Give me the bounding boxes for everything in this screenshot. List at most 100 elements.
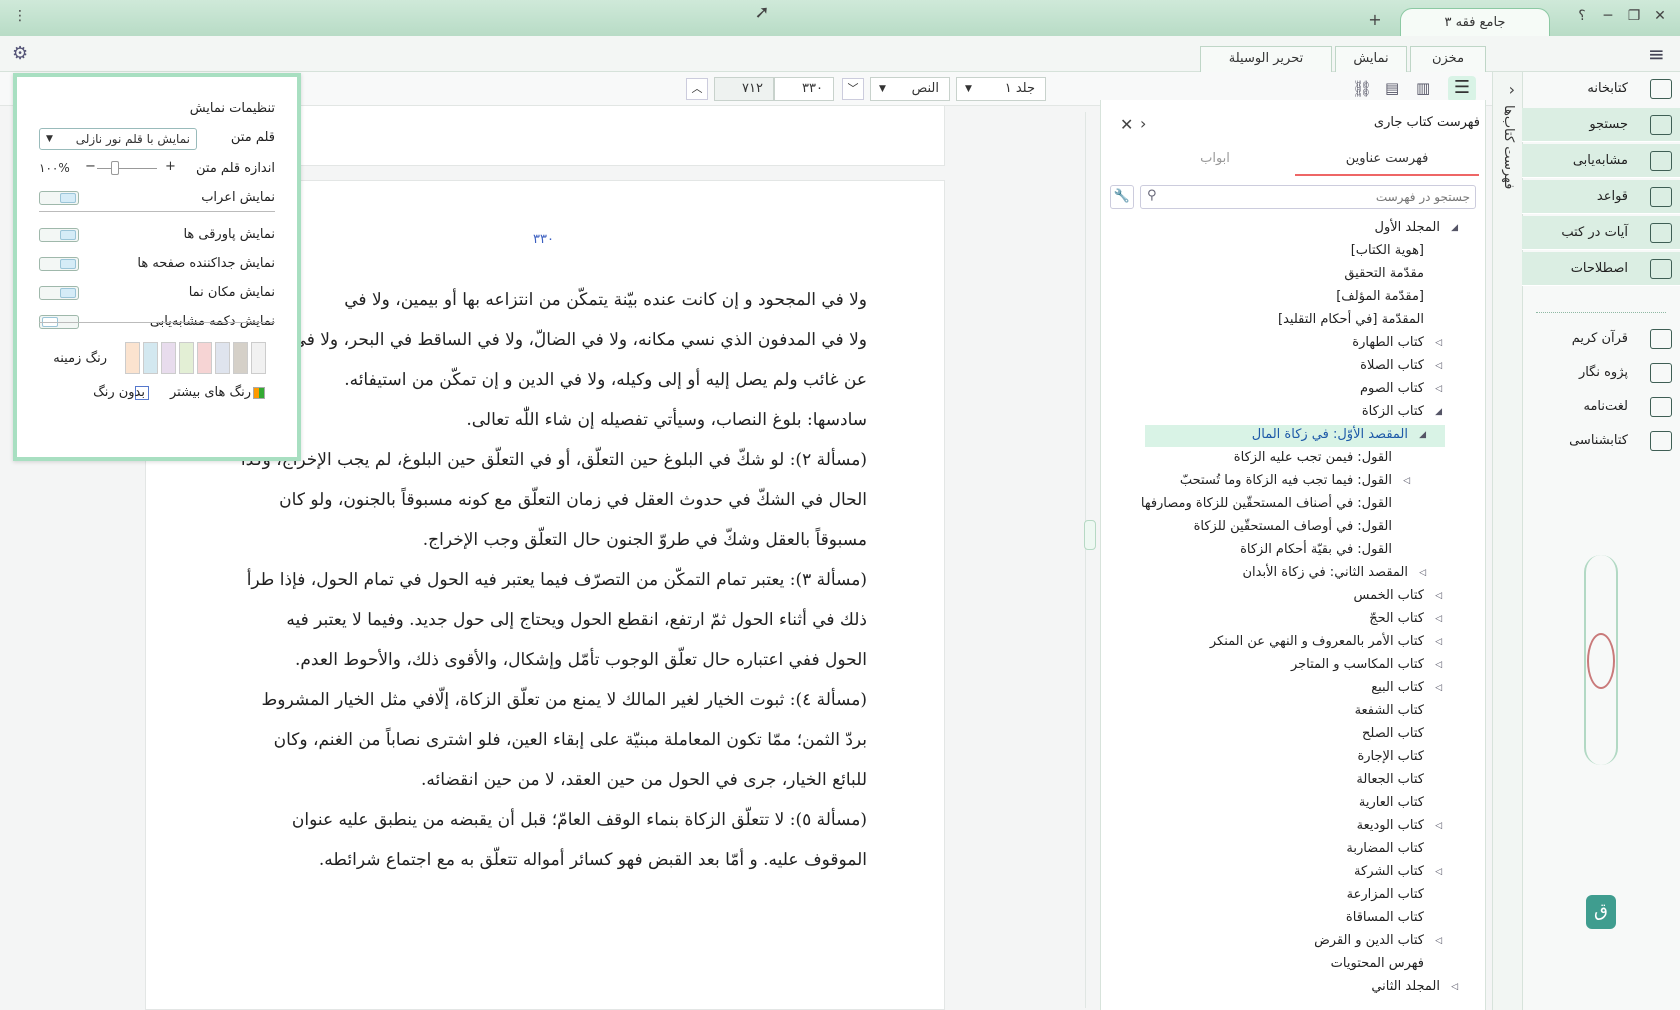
link-icon[interactable]: ⛓ <box>1352 79 1372 98</box>
color-swatch[interactable] <box>143 342 158 374</box>
slider-knob[interactable] <box>111 161 119 175</box>
toc-item[interactable]: القول: في بقيّة أحكام الزكاة <box>1240 542 1392 557</box>
section-select[interactable]: النص ▼ <box>870 77 950 101</box>
toc-item[interactable]: القول: في أصناف المستحقّين للزكاة ومصارف… <box>1141 496 1392 511</box>
increase-size-button[interactable]: + <box>165 159 176 174</box>
close-icon[interactable]: ✕ <box>1120 115 1133 134</box>
color-swatch[interactable] <box>233 342 248 374</box>
toc-item[interactable]: كتاب الحجّ <box>1369 611 1424 626</box>
toc-search-box[interactable]: ⚲ <box>1140 185 1476 209</box>
help-icon[interactable]: ؟ <box>1572 8 1592 24</box>
collapse-arrow-icon[interactable]: ◢ <box>1451 223 1458 233</box>
bookmark-icon[interactable]: ▤ <box>1385 79 1399 97</box>
toc-item[interactable]: كتاب الدين و القرض <box>1314 933 1424 948</box>
restore-icon[interactable]: ❐ <box>1624 8 1644 24</box>
toc-item[interactable]: فهرس المحتويات <box>1331 956 1424 971</box>
tab-headings[interactable]: فهرست عناوین <box>1295 142 1479 176</box>
tab-tahrir[interactable]: تحرير الوسيلة <box>1200 46 1332 72</box>
gear-icon[interactable]: ⚙ <box>12 43 28 64</box>
toc-item[interactable]: المجلد الأول <box>1375 220 1441 235</box>
toc-item[interactable]: المجلد الثاني <box>1371 979 1440 994</box>
expand-arrow-icon[interactable]: ◁ <box>1435 614 1442 624</box>
expand-arrow-icon[interactable]: ◁ <box>1435 683 1442 693</box>
expand-arrow-icon[interactable]: ◁ <box>1435 637 1442 647</box>
expand-arrow-icon[interactable]: ◁ <box>1403 476 1410 486</box>
close-icon[interactable]: ✕ <box>1650 8 1670 24</box>
expand-arrow-icon[interactable]: ◁ <box>1451 982 1458 992</box>
toc-item[interactable]: القول: في أوصاف المستحقّين للزكاة <box>1194 519 1392 534</box>
add-tab-button[interactable]: + <box>1365 10 1385 29</box>
tab-store[interactable]: مخزن <box>1410 46 1486 72</box>
font-select[interactable]: نمایش با قلم نور نازلی ▼ <box>39 128 197 150</box>
toc-item[interactable]: كتاب البيع <box>1371 680 1424 695</box>
toc-item[interactable]: كتاب الصلاة <box>1360 358 1424 373</box>
toggle-switch[interactable] <box>39 257 79 271</box>
sidebar-item-similarity[interactable]: مشابه‌یابی <box>1522 144 1680 178</box>
toc-item[interactable]: المقصد الأوّل: في زكاة المال <box>1252 427 1408 442</box>
expand-arrow-icon[interactable]: ◁ <box>1435 867 1442 877</box>
toggle-switch[interactable] <box>39 286 79 300</box>
toc-item[interactable]: المقدّمة [في أحكام التقليد] <box>1278 312 1424 327</box>
color-swatch[interactable] <box>251 342 266 374</box>
minimize-icon[interactable]: ─ <box>1598 8 1618 24</box>
toc-item[interactable]: [مقدّمة المؤلف] <box>1336 289 1424 304</box>
toc-item[interactable]: كتاب الأمر بالمعروف و النهي عن المنكر <box>1210 634 1424 649</box>
toc-item[interactable]: كتاب الطهارة <box>1352 335 1424 350</box>
color-swatch[interactable] <box>161 342 176 374</box>
toc-item[interactable]: كتاب الإجارة <box>1357 749 1424 764</box>
color-swatch[interactable] <box>215 342 230 374</box>
collapse-arrow-icon[interactable]: ◢ <box>1419 430 1426 440</box>
page-up-button[interactable]: ︿ <box>686 78 708 100</box>
tab-display[interactable]: نمایش <box>1335 46 1407 72</box>
expand-arrow-icon[interactable]: ◁ <box>1435 591 1442 601</box>
toc-item[interactable]: كتاب المكاسب و المتاجر <box>1291 657 1424 672</box>
toc-item[interactable]: القول: فيمن تجب عليه الزكاة <box>1234 450 1392 465</box>
toc-item[interactable]: كتاب المزارعة <box>1347 887 1424 902</box>
chevron-right-icon[interactable]: › <box>1509 80 1515 99</box>
sidebar-item-bibliography[interactable]: کتابشناسی <box>1522 424 1680 458</box>
expand-arrow-icon[interactable]: ◁ <box>1419 568 1426 578</box>
toc-item[interactable]: كتاب الخمس <box>1354 588 1425 603</box>
toc-item[interactable]: كتاب الصلح <box>1362 726 1424 741</box>
toc-item[interactable]: كتاب العارية <box>1359 795 1424 810</box>
expand-arrow-icon[interactable]: ◁ <box>1435 936 1442 946</box>
sidebar-item-terms[interactable]: اصطلاحات <box>1522 252 1680 286</box>
toc-item[interactable]: كتاب الزكاة <box>1362 404 1424 419</box>
toc-item[interactable]: كتاب المساقاة <box>1346 910 1424 925</box>
color-swatch[interactable] <box>125 342 140 374</box>
expand-arrow-icon[interactable]: ◁ <box>1435 384 1442 394</box>
collapse-arrow-icon[interactable]: ◢ <box>1435 407 1442 417</box>
expand-arrow-icon[interactable]: ◁ <box>1435 660 1442 670</box>
sidebar-item-rules[interactable]: قواعد <box>1522 180 1680 214</box>
expand-arrow-icon[interactable]: ◁ <box>1435 821 1442 831</box>
font-size-slider[interactable] <box>97 168 157 169</box>
toc-item[interactable]: القول: فيما تجب فيه الزكاة وما تُستحبّ <box>1180 473 1392 488</box>
scroll-thumb[interactable] <box>1084 520 1096 550</box>
book-icon[interactable]: ▥ <box>1416 79 1430 97</box>
hamburger-icon[interactable]: ≡ <box>1648 42 1665 66</box>
color-swatch[interactable] <box>179 342 194 374</box>
more-colors-icon[interactable] <box>253 387 265 399</box>
toc-item[interactable]: كتاب الجعالة <box>1356 772 1424 787</box>
document-tab[interactable]: جامع فقه ۳ <box>1400 8 1550 36</box>
vertical-scrollbar[interactable] <box>1085 112 1095 1008</box>
toc-item[interactable]: كتاب الصوم <box>1360 381 1424 396</box>
decrease-size-button[interactable]: − <box>85 159 96 174</box>
sidebar-item-quran[interactable]: قرآن کریم <box>1522 322 1680 356</box>
toc-search-input[interactable] <box>1165 188 1470 206</box>
page-down-button[interactable]: ﹀ <box>842 78 864 100</box>
books-index-tab[interactable]: فهرست کتاب‌ها <box>1501 105 1516 189</box>
wrench-icon[interactable]: 🔧 <box>1110 185 1134 209</box>
toc-item[interactable]: مقدّمة التحقيق <box>1344 266 1424 281</box>
chevron-right-icon[interactable]: › <box>1140 114 1146 133</box>
color-swatch[interactable] <box>197 342 212 374</box>
toc-item[interactable]: كتاب الشركة <box>1354 864 1424 879</box>
sidebar-item-verses[interactable]: آیات در کتب <box>1522 216 1680 250</box>
toc-item[interactable]: كتاب المضاربة <box>1346 841 1424 856</box>
expand-arrow-icon[interactable]: ◁ <box>1435 361 1442 371</box>
menu-dots-icon[interactable]: ⋮ <box>10 8 30 24</box>
sidebar-item-library[interactable]: کتابخانه <box>1522 72 1680 106</box>
toggle-switch[interactable] <box>39 191 79 205</box>
toc-item[interactable]: كتاب الشفعة <box>1355 703 1424 718</box>
sidebar-item-notes[interactable]: پژوه نگار <box>1522 356 1680 390</box>
